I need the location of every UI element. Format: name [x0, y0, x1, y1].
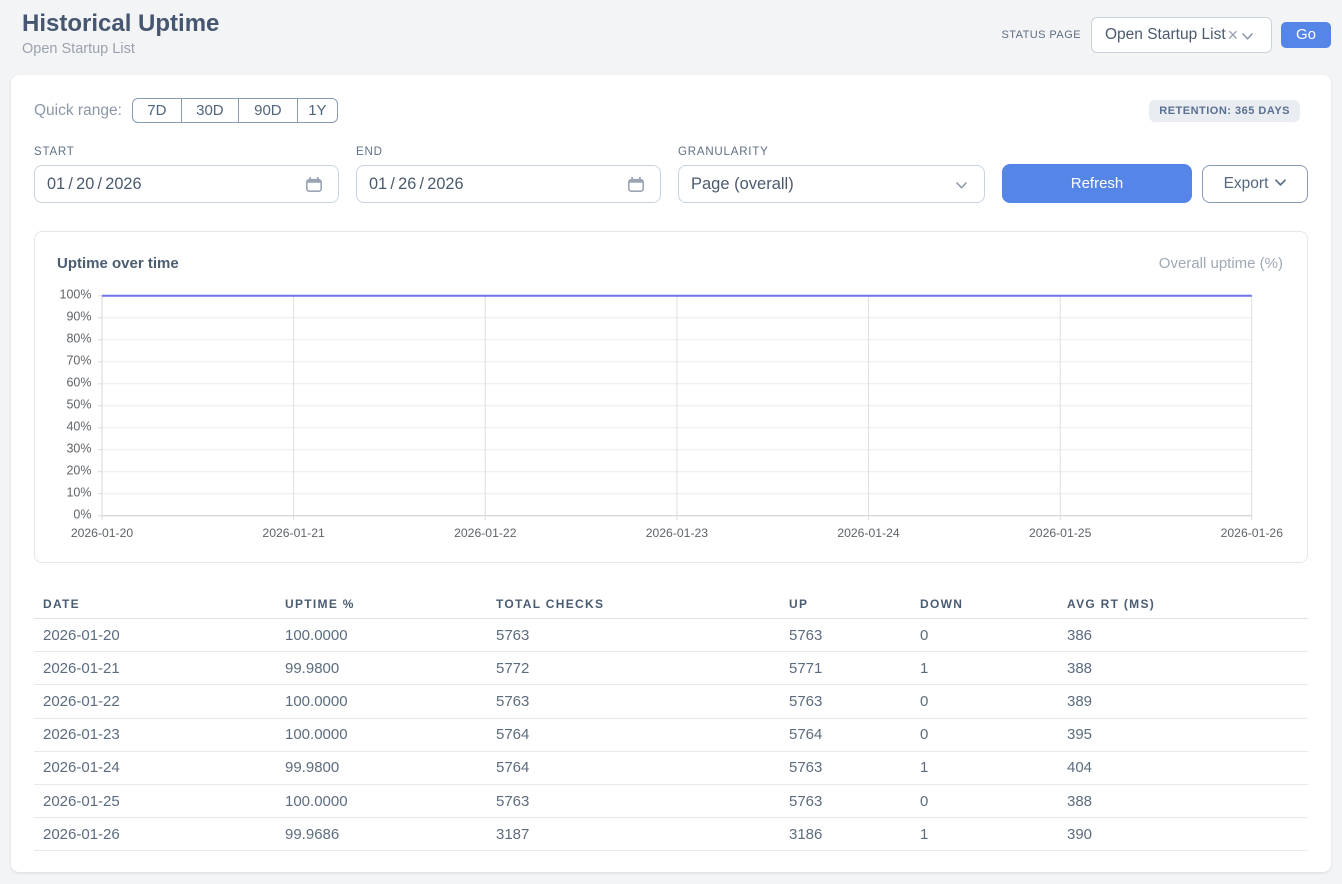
- svg-text:20%: 20%: [66, 463, 91, 477]
- svg-text:0%: 0%: [73, 507, 91, 521]
- svg-text:50%: 50%: [66, 397, 91, 411]
- svg-text:2026-01-23: 2026-01-23: [646, 526, 709, 540]
- svg-text:90%: 90%: [66, 310, 91, 324]
- svg-text:70%: 70%: [66, 354, 91, 368]
- svg-text:10%: 10%: [66, 485, 91, 499]
- svg-text:2026-01-24: 2026-01-24: [837, 526, 900, 540]
- svg-text:2026-01-22: 2026-01-22: [454, 526, 517, 540]
- svg-text:100%: 100%: [60, 288, 92, 302]
- svg-text:2026-01-25: 2026-01-25: [1029, 526, 1092, 540]
- svg-text:80%: 80%: [66, 332, 91, 346]
- svg-text:60%: 60%: [66, 376, 91, 390]
- svg-text:2026-01-26: 2026-01-26: [1221, 526, 1284, 540]
- svg-text:2026-01-20: 2026-01-20: [71, 526, 134, 540]
- svg-text:2026-01-21: 2026-01-21: [262, 526, 325, 540]
- svg-text:30%: 30%: [66, 441, 91, 455]
- svg-text:40%: 40%: [66, 419, 91, 433]
